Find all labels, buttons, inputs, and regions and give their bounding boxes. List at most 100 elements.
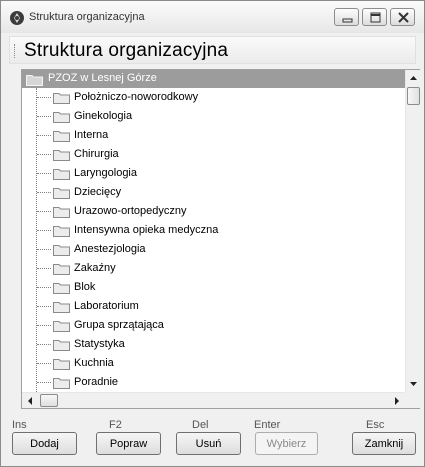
tree-item[interactable]: Laryngologia xyxy=(22,164,405,183)
tree-item[interactable]: Grupa sprzątająca xyxy=(22,316,405,335)
tree-item-label: Chirurgia xyxy=(74,148,119,160)
horizontal-scroll-thumb[interactable] xyxy=(40,394,58,407)
tree-item[interactable]: Intensywna opieka medyczna xyxy=(22,221,405,240)
folder-icon xyxy=(53,150,70,161)
tree-branch-line xyxy=(37,135,51,136)
horizontal-scrollbar[interactable] xyxy=(22,392,405,408)
select-button[interactable]: Wybierz xyxy=(255,432,318,455)
tree-item-label: Kuchnia xyxy=(74,357,114,369)
shortcut-f2: F2 xyxy=(109,419,122,431)
scrollbar-corner xyxy=(405,392,420,408)
tree-branch-line xyxy=(37,382,51,383)
tree-root-item[interactable]: PZOZ w Lesnej Górze xyxy=(22,70,405,88)
tree-branch-line xyxy=(37,173,51,174)
vertical-scroll-thumb[interactable] xyxy=(407,87,420,105)
tree-item[interactable]: Urazowo-ortopedyczny xyxy=(22,202,405,221)
tree-view[interactable]: PZOZ w Lesnej Górze Położniczo-noworodko… xyxy=(21,69,420,409)
folder-icon xyxy=(53,340,70,351)
tree-branch-line xyxy=(37,306,51,307)
tree-branch-line xyxy=(37,116,51,117)
folder-icon xyxy=(53,378,70,389)
tree-branch-line xyxy=(37,287,51,288)
shortcut-enter: Enter xyxy=(254,419,281,431)
tree-branch-line xyxy=(37,97,51,98)
page-header: Struktura organizacyjna xyxy=(9,36,416,64)
tree-item-label: Poradnie xyxy=(74,376,119,388)
tree-item-label: Anestezjologia xyxy=(74,243,146,255)
tree-branch-line xyxy=(37,249,51,250)
folder-icon xyxy=(53,207,70,218)
tree-branch-line xyxy=(37,230,51,231)
org-structure-icon xyxy=(9,10,25,26)
maximize-button[interactable] xyxy=(362,8,387,26)
tree-item[interactable]: Zakaźny xyxy=(22,259,405,278)
folder-icon xyxy=(53,226,70,237)
tree-item-label: Położniczo-noworodkowy xyxy=(74,91,199,103)
tree-item[interactable]: Blok xyxy=(22,278,405,297)
close-button[interactable] xyxy=(390,8,415,26)
tree-item-label: Urazowo-ortopedyczny xyxy=(74,205,187,217)
tree-branch-line xyxy=(37,363,51,364)
shortcut-esc: Esc xyxy=(366,419,385,431)
tree-item[interactable]: Interna xyxy=(22,126,405,145)
folder-icon xyxy=(53,359,70,370)
tree-branch-line xyxy=(37,154,51,155)
tree-item[interactable]: Ginekologia xyxy=(22,107,405,126)
scroll-down-icon[interactable] xyxy=(406,376,421,392)
folder-icon xyxy=(53,302,70,313)
tree-item[interactable]: Poradnie xyxy=(22,373,405,392)
folder-icon xyxy=(53,245,70,256)
tree-item-label: Dziecięcy xyxy=(74,186,122,198)
page-title: Struktura organizacyjna xyxy=(24,40,229,61)
tree-item-label: Interna xyxy=(74,129,109,141)
vertical-scrollbar[interactable] xyxy=(405,70,420,392)
scroll-left-icon[interactable] xyxy=(22,393,38,409)
tree-item-label: Laboratorium xyxy=(74,300,139,312)
tree-branch-line xyxy=(37,325,51,326)
folder-icon xyxy=(53,283,70,294)
tree-item[interactable]: Anestezjologia xyxy=(22,240,405,259)
tree-item[interactable]: Dziecięcy xyxy=(22,183,405,202)
tree-branch-line xyxy=(37,344,51,345)
tree-item[interactable]: Laboratorium xyxy=(22,297,405,316)
tree-branch-line xyxy=(37,192,51,193)
action-bar: Ins F2 Del Enter Esc Dodaj Popraw Usuń W… xyxy=(9,419,416,461)
folder-icon xyxy=(53,188,70,199)
folder-icon xyxy=(53,321,70,332)
edit-button[interactable]: Popraw xyxy=(96,432,161,455)
close-dialog-button[interactable]: Zamknij xyxy=(352,432,416,455)
close-icon xyxy=(398,12,409,23)
folder-icon xyxy=(53,264,70,275)
maximize-icon xyxy=(370,12,381,23)
tree-item-label: Zakaźny xyxy=(74,262,116,274)
minimize-button[interactable] xyxy=(334,8,359,26)
delete-button[interactable]: Usuń xyxy=(176,432,241,455)
title-bar[interactable]: Struktura organizacyjna xyxy=(1,1,424,33)
folder-icon xyxy=(53,112,70,123)
tree-item[interactable]: Położniczo-noworodkowy xyxy=(22,88,405,107)
scroll-up-icon[interactable] xyxy=(406,70,421,86)
tree-root-label: PZOZ w Lesnej Górze xyxy=(48,72,157,84)
tree-branch-line xyxy=(37,268,51,269)
tree-branch-line xyxy=(37,211,51,212)
window-title: Struktura organizacyjna xyxy=(29,11,145,23)
shortcut-ins: Ins xyxy=(12,419,27,431)
folder-icon xyxy=(53,131,70,142)
add-button[interactable]: Dodaj xyxy=(12,432,77,455)
tree-content: PZOZ w Lesnej Górze Położniczo-noworodko… xyxy=(22,70,405,392)
tree-item-label: Laryngologia xyxy=(74,167,137,179)
shortcut-del: Del xyxy=(192,419,209,431)
tree-item-label: Statystyka xyxy=(74,338,125,350)
grip-handle xyxy=(14,44,16,58)
folder-icon xyxy=(53,93,70,104)
tree-item-label: Blok xyxy=(74,281,96,293)
tree-item-label: Ginekologia xyxy=(74,110,133,122)
tree-item-label: Intensywna opieka medyczna xyxy=(74,224,219,236)
tree-item[interactable]: Kuchnia xyxy=(22,354,405,373)
tree-item[interactable]: Statystyka xyxy=(22,335,405,354)
minimize-icon xyxy=(342,18,353,23)
app-window: Struktura organizacyjna Struktura organi… xyxy=(0,0,425,467)
tree-item[interactable]: Chirurgia xyxy=(22,145,405,164)
scroll-right-icon[interactable] xyxy=(389,393,405,409)
folder-icon xyxy=(26,75,43,86)
